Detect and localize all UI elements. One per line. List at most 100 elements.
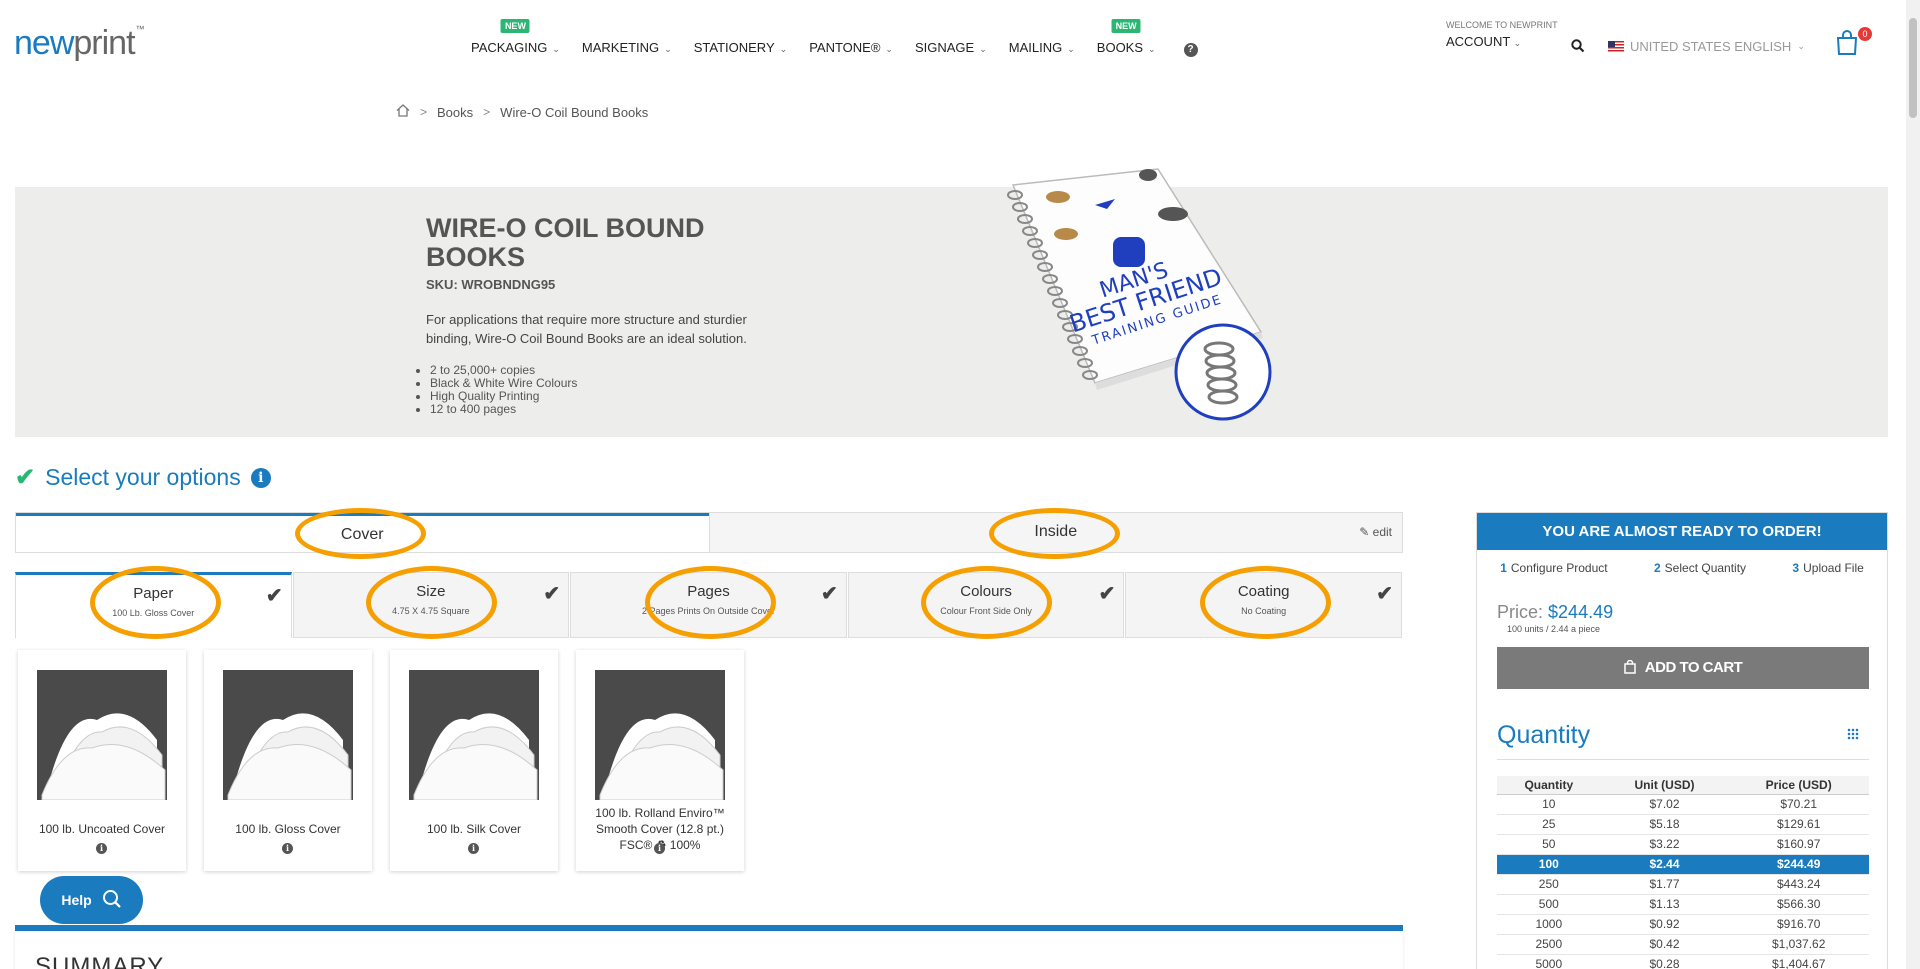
- step-label: Select Quantity: [1664, 561, 1747, 575]
- site-header: newprint™ NEW PACKAGING ⌄ MARKETING ⌄ STAT…: [0, 0, 1920, 90]
- check-icon: ✔: [821, 583, 838, 605]
- product-hero: WIRE-O COIL BOUND BOOKS SKU: WROBNDNG95 …: [15, 187, 1888, 437]
- unit-price-cell: $2.44: [1600, 854, 1729, 875]
- bag-icon: [1623, 659, 1645, 676]
- grid-view-icon[interactable]: [1847, 728, 1859, 740]
- col-unit: Unit (USD): [1600, 776, 1729, 795]
- quantity-row[interactable]: 5000 $0.28 $1,404.67: [1497, 954, 1869, 969]
- nav-label: PACKAGING: [471, 40, 548, 55]
- unit-price-cell: $0.92: [1600, 914, 1729, 935]
- step-label: Configure Product: [1510, 561, 1608, 575]
- subtab-label: Pages: [687, 583, 730, 600]
- product-image: MAN'S BEST FRIEND TRAINING GUIDE: [983, 157, 1283, 437]
- subtab-pages[interactable]: Pages 2 Pages Prints On Outside Cover ✔: [570, 572, 847, 638]
- summary-section: SUMMARY: [15, 931, 1403, 969]
- subtab-paper[interactable]: Paper 100 Lb. Gloss Cover ✔: [15, 572, 292, 638]
- total-price-cell: $160.97: [1728, 834, 1869, 855]
- nav-marketing[interactable]: MARKETING ⌄: [571, 40, 683, 57]
- search-icon[interactable]: [1571, 39, 1585, 58]
- info-icon[interactable]: i: [468, 843, 479, 854]
- account-menu[interactable]: WELCOME TO NEWPRINT ACCOUNT ⌄: [1446, 20, 1558, 49]
- nav-stationery[interactable]: STATIONERY ⌄: [683, 40, 798, 57]
- nav-books[interactable]: NEW BOOKS ⌄: [1086, 19, 1167, 57]
- paper-card[interactable]: 100 lb. Rolland Enviro™ Smooth Cover (12…: [576, 650, 744, 871]
- quantity-cell: 5000: [1497, 954, 1601, 969]
- product-description: For applications that require more struc…: [426, 312, 747, 346]
- total-price-cell: $70.21: [1728, 794, 1869, 815]
- paper-card[interactable]: 100 lb. Silk Cover i: [390, 650, 558, 871]
- chevron-down-icon: ⌄: [664, 44, 672, 54]
- subtab-size[interactable]: Size 4.75 X 4.75 Square ✔: [292, 572, 570, 638]
- breadcrumb-separator: >: [420, 105, 428, 119]
- quantity-row[interactable]: 25 $5.18 $129.61: [1497, 814, 1869, 835]
- quantity-table: Quantity Unit (USD) Price (USD) 10 $7.02 $…: [1497, 776, 1869, 969]
- nav-mailing[interactable]: MAILING ⌄: [998, 40, 1086, 57]
- quantity-row[interactable]: 500 $1.13 $566.30: [1497, 894, 1869, 915]
- quantity-row[interactable]: 2500 $0.42 $1,037.62: [1497, 934, 1869, 955]
- quantity-row[interactable]: 50 $3.22 $160.97: [1497, 834, 1869, 855]
- new-badge: NEW: [500, 19, 530, 33]
- nav-signage[interactable]: SIGNAGE ⌄: [904, 40, 998, 57]
- chevron-down-icon: ⌄: [1148, 44, 1156, 54]
- total-price-cell: $129.61: [1728, 814, 1869, 835]
- subtab-coating[interactable]: Coating No Coating ✔: [1125, 572, 1402, 638]
- tab-inside[interactable]: Inside ✎ edit: [708, 513, 1402, 552]
- step-number: 2: [1653, 561, 1661, 575]
- info-icon[interactable]: i: [96, 843, 107, 854]
- quantity-title: Quantity: [1497, 721, 1591, 749]
- paper-thumbnail: [595, 670, 725, 800]
- cart-count-badge: 0: [1858, 27, 1872, 41]
- subtab-label: Colours: [960, 583, 1012, 600]
- paper-card[interactable]: 100 lb. Uncoated Cover i: [18, 650, 186, 871]
- main-tabs: Cover Inside ✎ edit: [15, 512, 1403, 553]
- subtab-label: Coating: [1237, 583, 1290, 600]
- edit-label: edit: [1372, 525, 1392, 539]
- check-icon: ✔: [15, 464, 36, 491]
- info-icon[interactable]: i: [654, 843, 665, 854]
- add-to-cart-button[interactable]: ADD TO CART: [1497, 647, 1869, 689]
- help-button[interactable]: Help: [40, 876, 143, 924]
- logo-tm: ™: [135, 24, 145, 34]
- check-icon: ✔: [265, 585, 283, 607]
- quantity-cell: 2500: [1497, 934, 1601, 955]
- subtab-value: No Coating: [1241, 606, 1287, 616]
- quantity-row[interactable]: 250 $1.77 $443.24: [1497, 874, 1869, 895]
- subtab-colours[interactable]: Colours Colour Front Side Only ✔: [847, 572, 1125, 638]
- step-label: Upload File: [1803, 561, 1864, 575]
- order-panel: YOU ARE ALMOST READY TO ORDER! 1 Configur…: [1476, 512, 1888, 969]
- quantity-row[interactable]: 100 $2.44 $244.49: [1497, 854, 1869, 875]
- page-scrollbar[interactable]: [1906, 0, 1920, 969]
- breadcrumb-books[interactable]: Books: [437, 105, 473, 120]
- product-title: WIRE-O COIL BOUND BOOKS: [426, 213, 705, 272]
- paper-label: 100 lb. Silk Cover: [426, 822, 522, 836]
- nav-help[interactable]: ?: [1167, 40, 1209, 57]
- pencil-icon: ✎: [1359, 525, 1370, 539]
- chevron-down-icon: ⌄: [779, 44, 788, 54]
- home-icon[interactable]: [396, 104, 410, 120]
- cart-icon[interactable]: [1835, 30, 1859, 61]
- quantity-row[interactable]: 10 $7.02 $70.21: [1497, 794, 1869, 815]
- total-price-cell: $1,037.62: [1728, 934, 1869, 955]
- nav-packaging[interactable]: NEW PACKAGING ⌄: [460, 19, 571, 57]
- summary-title: SUMMARY: [35, 953, 165, 969]
- unit-price-cell: $1.13: [1600, 894, 1729, 915]
- newprint-logo[interactable]: newprint™: [14, 24, 145, 63]
- check-icon: ✔: [1098, 583, 1116, 605]
- unit-price-cell: $5.18: [1600, 814, 1729, 835]
- price-label: Price:: [1497, 602, 1544, 622]
- paper-options: 100 lb. Uncoated Cover i 100 lb. Gloss C…: [18, 650, 744, 871]
- edit-link[interactable]: ✎ edit: [1359, 513, 1392, 551]
- unit-price-cell: $0.42: [1600, 934, 1729, 955]
- info-icon[interactable]: i: [250, 467, 271, 488]
- tab-cover[interactable]: Cover: [16, 513, 709, 552]
- paper-card[interactable]: 100 lb. Gloss Cover i: [204, 650, 372, 871]
- paper-label: 100 lb. Uncoated Cover: [38, 822, 166, 836]
- chevron-down-icon: ⌄: [885, 44, 893, 54]
- quantity-row[interactable]: 1000 $0.92 $916.70: [1497, 914, 1869, 935]
- nav-pantone[interactable]: PANTONE® ⌄: [798, 40, 904, 57]
- language-selector[interactable]: UNITED STATES ENGLISH ⌄: [1608, 39, 1805, 54]
- scrollbar-thumb[interactable]: [1909, 18, 1917, 118]
- nav-label: BOOKS: [1096, 40, 1144, 55]
- info-icon[interactable]: i: [282, 843, 293, 854]
- paper-label: 100 lb. Gloss Cover: [235, 822, 341, 836]
